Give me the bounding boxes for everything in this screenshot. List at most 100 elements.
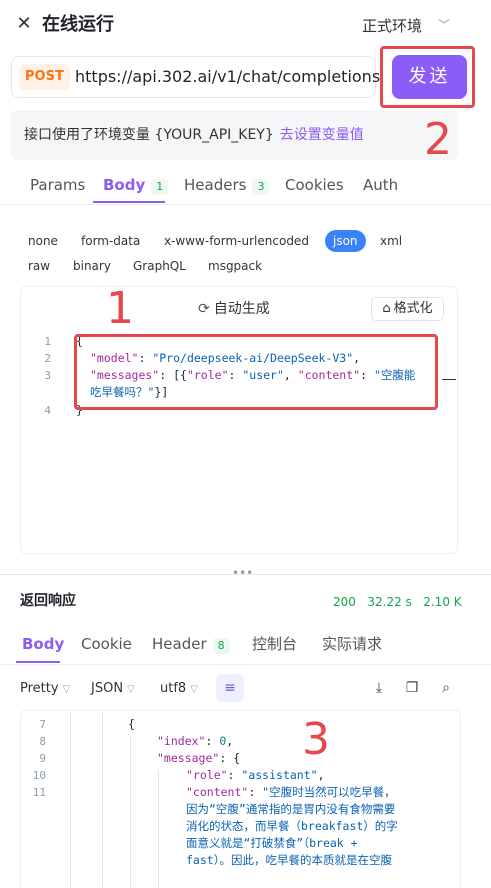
- indent-guide: [130, 736, 131, 888]
- code-line: 面意义就是“打破禁食”（break +: [186, 836, 358, 850]
- annotation-box-body: [74, 334, 438, 410]
- select-value: Pretty: [20, 681, 59, 696]
- tab-count-badge: 1: [151, 179, 169, 195]
- line-number: 2: [44, 352, 51, 365]
- refresh-icon: ⟳: [198, 301, 210, 317]
- line-number: 8: [39, 735, 46, 748]
- tab-count-badge: 3: [252, 179, 270, 195]
- chevron-down-icon: ▽: [127, 684, 135, 695]
- search-icon[interactable]: ⌕: [436, 678, 456, 698]
- code-line: 消化的状态，而早餐（breakfast）的字: [186, 819, 398, 833]
- request-body-editor[interactable]: [20, 286, 458, 554]
- active-tab-indicator: [93, 201, 165, 203]
- environment-selector[interactable]: 正式环境: [362, 16, 422, 36]
- indent-guide: [102, 712, 103, 888]
- code-line: "index": 0,: [157, 734, 234, 748]
- response-size: 2.10 K: [423, 595, 462, 609]
- auto-generate-label: 自动生成: [213, 301, 270, 317]
- tab-label: Cookies: [285, 176, 344, 194]
- response-tab-console[interactable]: 控制台: [252, 634, 297, 654]
- json-key: "index": [157, 734, 206, 748]
- code-line: "content": "空腹时当然可以吃早餐，: [186, 785, 396, 799]
- tab-body[interactable]: Body 1: [103, 175, 169, 195]
- drag-handle-icon[interactable]: •••: [232, 566, 253, 580]
- select-value: utf8: [160, 681, 187, 696]
- body-type-xml[interactable]: xml: [380, 232, 402, 250]
- annotation-label-3: 3: [302, 714, 330, 765]
- chevron-down-icon: ▽: [190, 684, 198, 695]
- json-key: "content": [186, 785, 249, 799]
- auto-generate-button[interactable]: ⟳ 自动生成: [198, 299, 270, 319]
- annotation-box-send: [380, 46, 475, 108]
- download-icon[interactable]: ⤓: [369, 678, 389, 698]
- divider: [0, 664, 491, 665]
- body-type-none[interactable]: none: [28, 232, 58, 250]
- body-type-raw[interactable]: raw: [28, 257, 50, 275]
- line-number: 7: [39, 718, 46, 731]
- format-button[interactable]: ⌂ 格式化: [371, 297, 444, 321]
- response-tab-cookie[interactable]: Cookie: [81, 634, 132, 654]
- tab-headers[interactable]: Headers 3: [184, 175, 270, 195]
- divider: [0, 204, 491, 205]
- code-line: "role": "assistant",: [186, 768, 325, 782]
- response-tab-header[interactable]: Header 8: [152, 634, 230, 654]
- status-code: 200: [333, 595, 356, 609]
- indent-guide: [158, 770, 159, 888]
- code-line: {: [128, 717, 135, 731]
- line-number: 11: [32, 786, 46, 799]
- tab-label: Auth: [363, 176, 399, 194]
- line-number: 1: [44, 335, 51, 348]
- chevron-down-icon[interactable]: ﹀: [438, 15, 450, 35]
- chevron-down-icon: ▽: [62, 684, 71, 695]
- tab-label: Header: [152, 635, 207, 653]
- json-number: 0: [219, 734, 227, 748]
- response-tab-actual-request[interactable]: 实际请求: [322, 634, 382, 654]
- body-type-urlencoded[interactable]: x-www-form-urlencoded: [164, 232, 309, 250]
- response-title: 返回响应: [20, 593, 76, 609]
- url-input[interactable]: https://api.302.ai/v1/chat/completions: [75, 66, 380, 88]
- view-mode-select[interactable]: Pretty ▽: [20, 680, 70, 699]
- encoding-select[interactable]: utf8 ▽: [160, 680, 198, 699]
- response-tab-body[interactable]: Body: [22, 634, 64, 654]
- format-select[interactable]: JSON ▽: [91, 680, 135, 699]
- notice-message: 接口使用了环境变量 {YOUR_API_KEY}: [24, 127, 274, 143]
- active-tab-indicator: [16, 661, 60, 663]
- line-number: 9: [39, 752, 46, 765]
- annotation-label-1: 1: [106, 283, 134, 334]
- close-icon[interactable]: ✕: [14, 14, 34, 34]
- scroll-marker: [442, 379, 456, 380]
- wrap-lines-icon[interactable]: ≡: [216, 674, 244, 702]
- json-string: "assistant": [241, 768, 318, 782]
- set-variable-link[interactable]: 去设置变量值: [280, 127, 364, 143]
- tab-label: Params: [30, 176, 86, 194]
- notice-text: 接口使用了环境变量 {YOUR_API_KEY} 去设置变量值: [24, 125, 364, 145]
- code-line: fast）。因此，吃早餐的本质就是在空腹: [186, 853, 392, 867]
- line-number: 10: [32, 769, 46, 782]
- page-title: 在线运行: [42, 14, 114, 35]
- body-type-msgpack[interactable]: msgpack: [208, 257, 262, 275]
- tab-auth[interactable]: Auth: [363, 175, 398, 195]
- select-value: JSON: [91, 681, 124, 696]
- code-line: 因为“空腹”通常指的是胃内没有食物需要: [186, 802, 396, 816]
- json-key: "role": [186, 768, 228, 782]
- copy-icon[interactable]: ❐: [402, 678, 422, 698]
- body-type-binary[interactable]: binary: [73, 257, 111, 275]
- body-type-json[interactable]: json: [325, 230, 366, 252]
- body-type-graphql[interactable]: GraphQL: [133, 257, 186, 275]
- format-icon: ⌂: [382, 301, 391, 316]
- line-number: 3: [44, 369, 51, 382]
- line-number: 4: [44, 404, 51, 417]
- response-time: 32.22 s: [367, 595, 412, 609]
- json-string: "空腹时当然可以吃早餐，: [262, 785, 396, 799]
- tab-params[interactable]: Params: [30, 175, 85, 195]
- tab-count-badge: 8: [212, 638, 230, 654]
- annotation-label-2: 2: [424, 114, 452, 165]
- indent-guide: [70, 712, 71, 888]
- method-badge[interactable]: POST: [19, 64, 70, 90]
- body-type-form-data[interactable]: form-data: [81, 232, 140, 250]
- code-line: "message": {: [157, 751, 241, 765]
- tab-label: Headers: [184, 176, 247, 194]
- response-status: 200 32.22 s 2.10 K: [333, 594, 462, 610]
- tab-cookies[interactable]: Cookies: [285, 175, 344, 195]
- tab-label: Body: [103, 176, 146, 194]
